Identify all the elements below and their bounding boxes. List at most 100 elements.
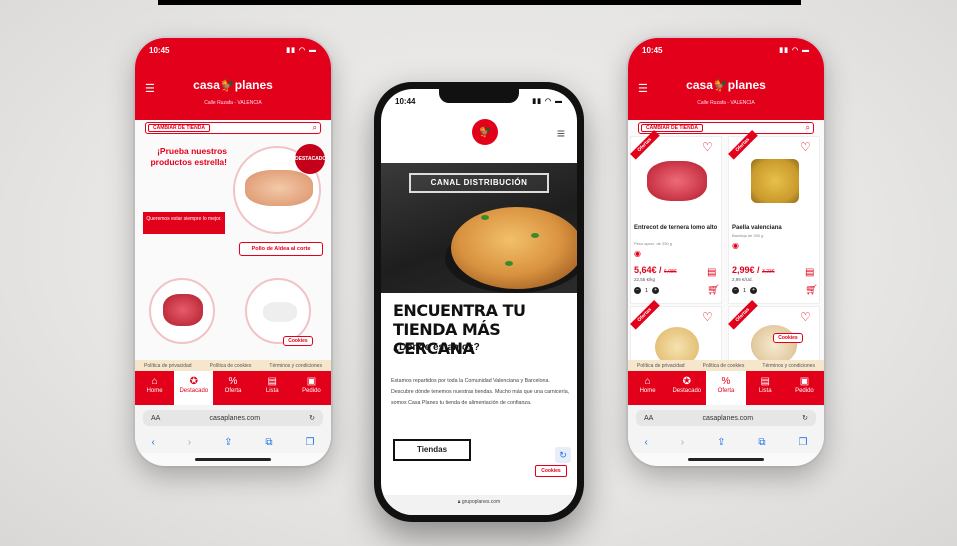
plus-icon[interactable]: + [652,287,660,294]
tab-oferta[interactable]: % Oferta [213,371,252,405]
tabs-icon[interactable]: ❐ [306,437,315,448]
quantity-value: 1 [645,287,649,294]
share-icon[interactable]: ⇪ [224,437,232,448]
promo-title: ¡Prueba nuestros productos estrella! [150,146,227,167]
cart-icon[interactable]: 🛒︎ [707,285,720,296]
award-icon: ✪ [189,376,198,387]
intro-paragraph: Estamos repartidos por toda la Comunidad… [391,378,570,406]
product-image-poultry[interactable] [245,278,311,344]
logo[interactable]: casa🐓planes [135,78,331,92]
search-input[interactable]: CAMBIAR DE TIENDA ⌕ [145,122,321,134]
share-icon[interactable]: ⇪ [717,437,725,448]
tab-label: Destacado [672,388,702,394]
list-icon[interactable]: ▤ [707,267,716,278]
minus-icon[interactable]: − [732,287,739,294]
eye-icon[interactable]: ◉ [634,249,641,258]
tab-lista[interactable]: ▤ Lista [253,371,292,405]
favorite-heart-icon[interactable]: ♡ [702,140,716,154]
middle-phone: 10:44 ▮▮ ◠ ▬ 🐓 ≡ CANAL DISTRIBUCIÓN ENCU… [374,82,584,522]
privacy-link[interactable]: Política de privacidad [144,363,192,369]
cookies-button[interactable]: Cookies [773,333,803,343]
product-card[interactable]: Ofertas ♡ Paella valenciana Bandeja de 3… [728,130,820,304]
change-store-button[interactable]: CAMBIAR DE TIENDA [641,124,703,132]
product-price: 2,99€ / 3,23€ [732,265,775,275]
signal-wifi-battery-icon: ▮▮ ◠ ▬ [779,47,810,54]
bookmarks-icon[interactable]: ⧉ [265,437,272,448]
tab-lista[interactable]: ▤ Lista [746,371,785,405]
address-field[interactable]: AA casaplanes.com ↻ [636,410,816,426]
minus-icon[interactable]: − [634,287,641,294]
cookies-link[interactable]: Política de cookies [210,363,252,369]
canal-distribucion-button[interactable]: CANAL DISTRIBUCIÓN [409,173,549,193]
product-card[interactable]: Ofertas ♡ [630,300,722,367]
search-input[interactable]: CAMBIAR DE TIENDA ⌕ [638,122,814,134]
promo-cta[interactable]: Queremos estar siempre lo mejor. [143,212,225,234]
tab-home[interactable]: ⌂ Home [135,371,174,405]
text-size-button[interactable]: AA [151,415,160,422]
cookies-link[interactable]: Política de cookies [703,363,745,369]
tiendas-button[interactable]: Tiendas [393,439,471,461]
product-price: 5,64€ / 6,08€ [634,265,677,275]
bookmarks-icon[interactable]: ⧉ [758,437,765,448]
search-icon[interactable]: ⌕ [806,123,810,133]
box-icon: ▣ [799,376,810,387]
tab-destacado[interactable]: ✪ Destacado [667,371,706,405]
cookies-button[interactable]: Cookies [535,465,567,477]
list-icon[interactable]: ▤ [805,267,814,278]
quantity-stepper[interactable]: −1 + [634,287,660,294]
signal-wifi-battery-icon: ▮▮ ◠ ▬ [532,98,563,105]
browser-toolbar: ‹ › ⇪ ⧉ ❐ [135,431,331,453]
product-weight: Bandeja de 300 g [732,233,764,238]
eye-icon[interactable]: ◉ [732,241,739,250]
logo-rooster-icon[interactable]: 🐓 [472,119,498,145]
text-size-button[interactable]: AA [644,415,653,422]
product-button[interactable]: Pollo de Aldea al corte [239,242,323,256]
forward-icon[interactable]: › [188,437,191,448]
search-icon[interactable]: ⌕ [313,123,317,133]
tabs-icon[interactable]: ❐ [799,437,808,448]
list-icon: ▤ [267,376,277,387]
store-location: Calle Ruzafa - VALENCIA [697,100,755,106]
terms-link[interactable]: Términos y condiciones [269,363,322,369]
privacy-link[interactable]: Política de privacidad [637,363,685,369]
tab-pedido[interactable]: ▣ Pedido [785,371,824,405]
favorite-heart-icon[interactable]: ♡ [702,310,716,324]
quantity-stepper[interactable]: −1 + [732,287,758,294]
favorite-heart-icon[interactable]: ♡ [800,140,814,154]
tab-pedido[interactable]: ▣ Pedido [292,371,331,405]
quantity-value: 1 [743,287,747,294]
cart-icon[interactable]: 🛒︎ [805,285,818,296]
terms-link[interactable]: Términos y condiciones [762,363,815,369]
back-icon[interactable]: ‹ [151,437,154,448]
plus-icon[interactable]: + [750,287,758,294]
tab-bar: ⌂ Home ✪ Destacado % Oferta ▤ Lista ▣ Pedido [628,371,824,405]
product-weight: Peso aprox. de 250 g [634,241,673,246]
discount-icon: % [228,376,238,387]
back-icon[interactable]: ‹ [644,437,647,448]
product-card[interactable]: Ofertas ♡ Cookies [728,300,820,366]
logo[interactable]: casa🐓planes [628,78,824,92]
tab-home[interactable]: ⌂ Home [628,371,667,405]
hamburger-menu-icon[interactable]: ≡ [557,125,565,141]
tab-label: Lista [265,388,279,394]
list-icon: ▤ [760,376,770,387]
clock: 10:45 [149,45,170,55]
cookies-button[interactable]: Cookies [283,336,313,346]
tab-oferta[interactable]: % Oferta [706,371,746,405]
featured-badge: DESTACADO [295,144,326,174]
offer-ribbon: Ofertas [728,300,758,330]
reload-icon[interactable]: ↻ [802,414,808,422]
url-bar[interactable]: 🔒︎ grupoplanes.com [381,495,577,515]
address-field[interactable]: AA casaplanes.com ↻ [143,410,323,426]
home-icon: ⌂ [151,376,158,387]
reload-icon[interactable]: ↻ [309,414,315,422]
product-image-meat[interactable] [149,278,215,344]
tab-bar: ⌂ Home ✪ Destacado % Oferta ▤ Lista ▣ Pedido [135,371,331,405]
status-bar: 10:45 ▮▮ ◠ ▬ [642,42,810,58]
status-bar: 10:44 ▮▮ ◠ ▬ [395,93,563,109]
product-card[interactable]: Ofertas ♡ Entrecot de ternera lomo alto … [630,130,722,304]
tab-destacado[interactable]: ✪ Destacado [174,371,214,405]
favorite-heart-icon[interactable]: ♡ [800,310,814,324]
forward-icon[interactable]: › [681,437,684,448]
change-store-button[interactable]: CAMBIAR DE TIENDA [148,124,210,132]
